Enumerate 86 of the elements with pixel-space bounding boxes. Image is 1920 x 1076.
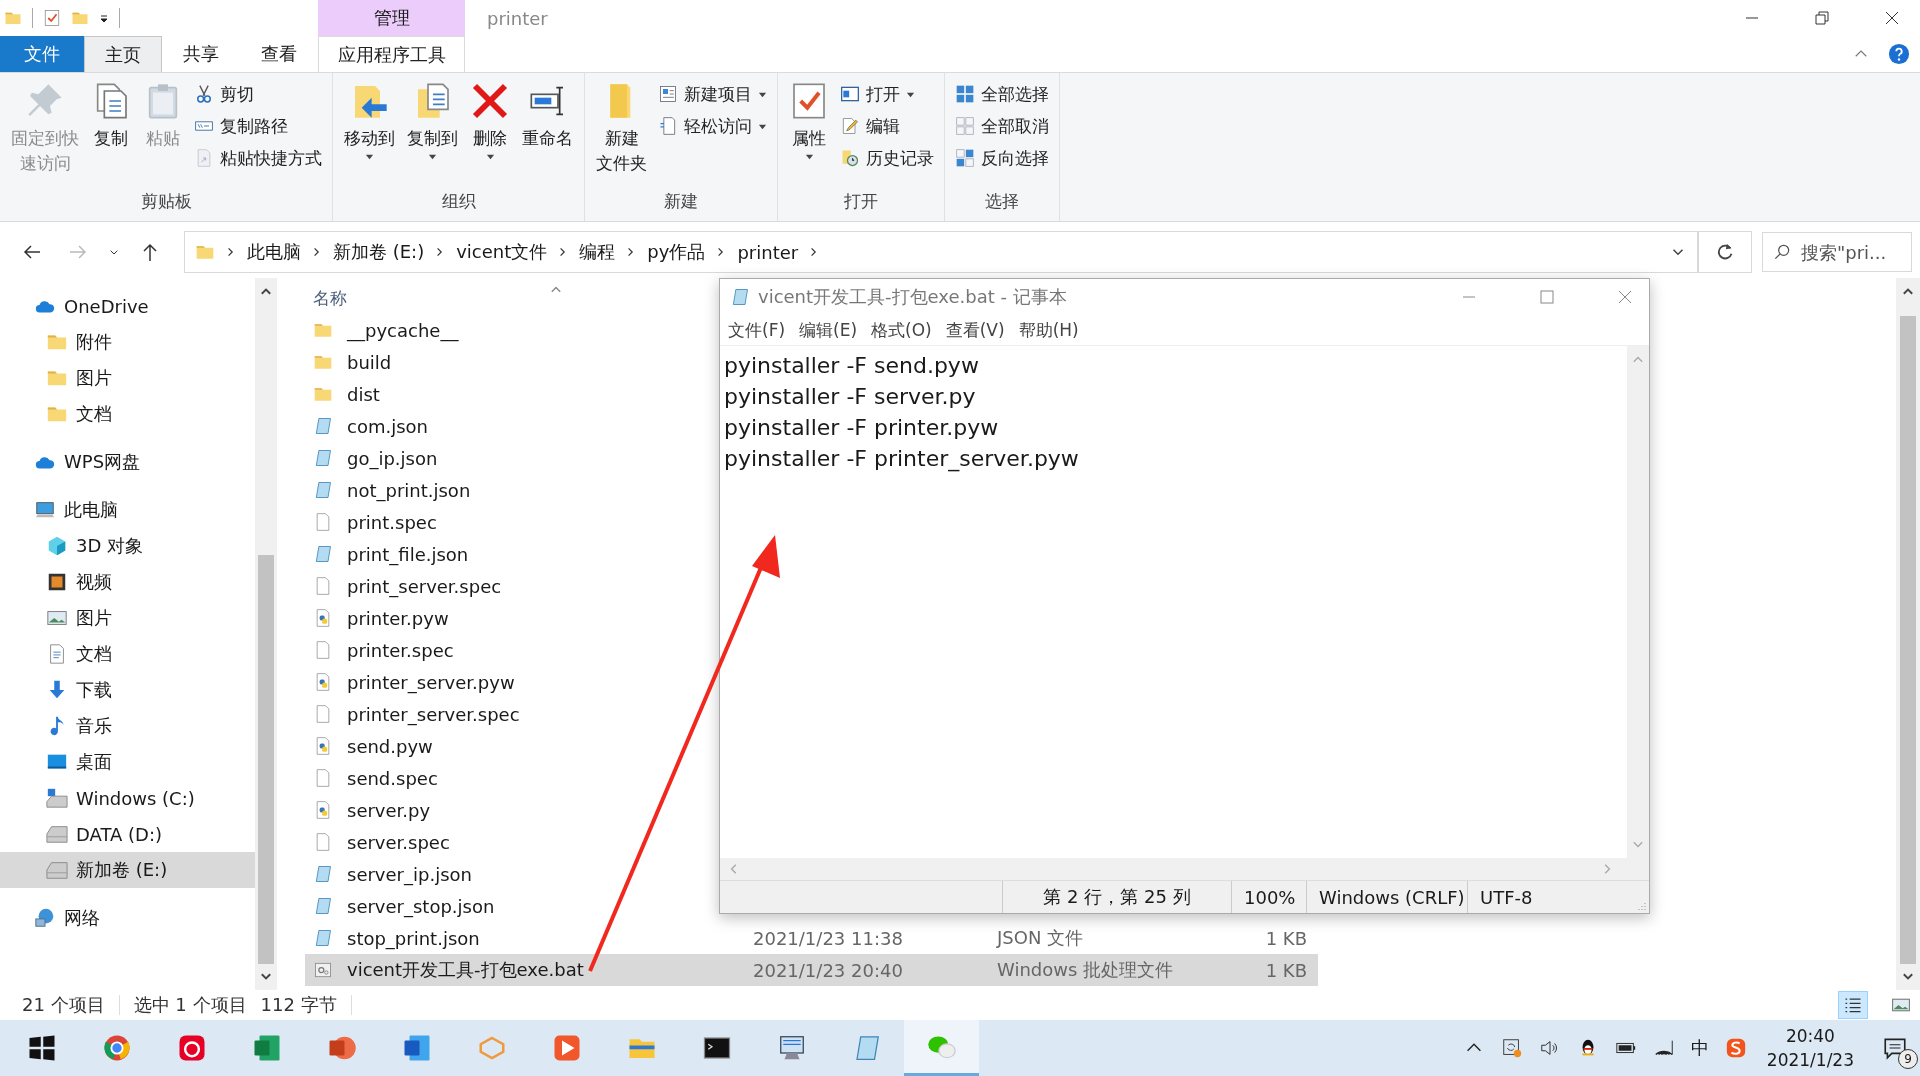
file-name: printer_server.spec: [347, 703, 520, 725]
nav-label: WPS网盘: [64, 450, 141, 474]
file-name: send.spec: [347, 767, 438, 789]
button-label: 粘贴快捷方式: [220, 146, 322, 170]
button-label: 编辑: [866, 114, 900, 138]
window-title: printer: [486, 6, 548, 31]
status-text: UTF-8: [1467, 881, 1545, 913]
file-name: server.spec: [347, 831, 450, 853]
file-name: server_ip.json: [347, 863, 472, 885]
file-name: dist: [347, 383, 380, 405]
status-text: Windows (CRLF): [1306, 881, 1467, 913]
group-label: 打开: [843, 190, 879, 213]
status-text: 第 2 行，第 25 列: [1002, 881, 1231, 913]
selection-count: 选中 1 个项目: [133, 993, 247, 1017]
button-label: 重命名: [522, 127, 573, 150]
file-name: stop_print.json: [347, 927, 480, 949]
nav-label: Windows (C:): [76, 787, 195, 809]
file-name: server.py: [347, 799, 431, 821]
group-label: 新建: [663, 190, 699, 213]
button-label: 复制路径: [220, 114, 288, 138]
button-label: 轻松访问: [684, 114, 752, 138]
button-label: 删除: [473, 127, 507, 150]
nav-label: 下载: [76, 678, 112, 702]
nav-label: 图片: [76, 606, 112, 630]
group-label: 剪贴板: [139, 190, 193, 213]
file-name: com.json: [347, 415, 428, 437]
item-count: 21 个项目: [22, 993, 105, 1017]
notification-badge: 9: [1898, 1049, 1918, 1069]
button-label: 历史记录: [866, 146, 934, 170]
button-label: 固定到快: [11, 127, 79, 150]
button-label: 复制到: [407, 127, 458, 150]
button-label: 剪切: [220, 82, 254, 106]
file-name: build: [347, 351, 392, 373]
nav-label: 图片: [76, 366, 112, 390]
button-label: 全部选择: [981, 82, 1049, 106]
file-name: print_file.json: [347, 543, 469, 565]
file-name: print_server.spec: [347, 575, 502, 597]
group-label: 选择: [984, 190, 1020, 213]
file-name: send.pyw: [347, 735, 433, 757]
button-label: 复制: [94, 127, 128, 150]
selection-size: 112 字节: [260, 993, 337, 1017]
button-label: 新建项目: [684, 82, 752, 106]
file-size: 1 KB: [1265, 927, 1307, 949]
text-line: pyinstaller -F send.pyw: [724, 352, 980, 380]
button-label: 全部取消: [981, 114, 1049, 138]
window-title: vicent开发工具-打包exe.bat - 记事本: [758, 285, 1067, 309]
file-name: printer.pyw: [347, 607, 449, 629]
nav-label: 视频: [76, 570, 112, 594]
button-label: 属性: [792, 127, 826, 150]
nav-label: DATA (D:): [76, 823, 163, 845]
context-tab-header: 管理: [318, 0, 465, 36]
button-label: 打开: [866, 82, 900, 106]
nav-label: 新加卷 (E:): [76, 858, 168, 882]
nav-label: 此电脑: [64, 498, 118, 522]
nav-label: 文档: [76, 402, 112, 426]
file-name: __pycache__: [347, 319, 459, 341]
button-label: 反向选择: [981, 146, 1049, 170]
status-text: 100%: [1231, 881, 1306, 913]
nav-label: 桌面: [76, 750, 112, 774]
file-name: server_stop.json: [347, 895, 495, 917]
text-line: pyinstaller -F server.py: [724, 383, 977, 411]
nav-label: 文档: [76, 642, 112, 666]
nav-label: 3D 对象: [76, 534, 144, 558]
button-label: 粘贴: [146, 127, 180, 150]
nav-label: OneDrive: [64, 295, 149, 317]
file-date: 2021/1/23 11:38: [753, 927, 903, 949]
file-name: vicent开发工具-打包exe.bat: [347, 958, 584, 982]
file-size: 1 KB: [1265, 959, 1307, 981]
file-date: 2021/1/23 20:40: [753, 959, 903, 981]
nav-label: 附件: [76, 330, 112, 354]
nav-label: 网络: [64, 906, 100, 930]
file-name: printer_server.pyw: [347, 671, 515, 693]
text-line: pyinstaller -F printer_server.pyw: [724, 445, 1080, 474]
file-name: go_ip.json: [347, 447, 438, 469]
file-type: Windows 批处理文件: [997, 959, 1174, 980]
file-name: print.spec: [347, 511, 437, 533]
button-label: 速访问: [19, 152, 71, 175]
file-name: printer.spec: [347, 639, 454, 661]
button-label: 新建: [604, 127, 639, 150]
text-line: pyinstaller -F printer.pyw: [724, 414, 1000, 442]
file-type: JSON 文件: [997, 927, 1084, 948]
group-label: 组织: [440, 190, 477, 213]
button-label: 文件夹: [596, 152, 647, 175]
file-name: not_print.json: [347, 479, 471, 501]
nav-label: 音乐: [76, 714, 112, 738]
button-label: 移动到: [344, 127, 395, 150]
